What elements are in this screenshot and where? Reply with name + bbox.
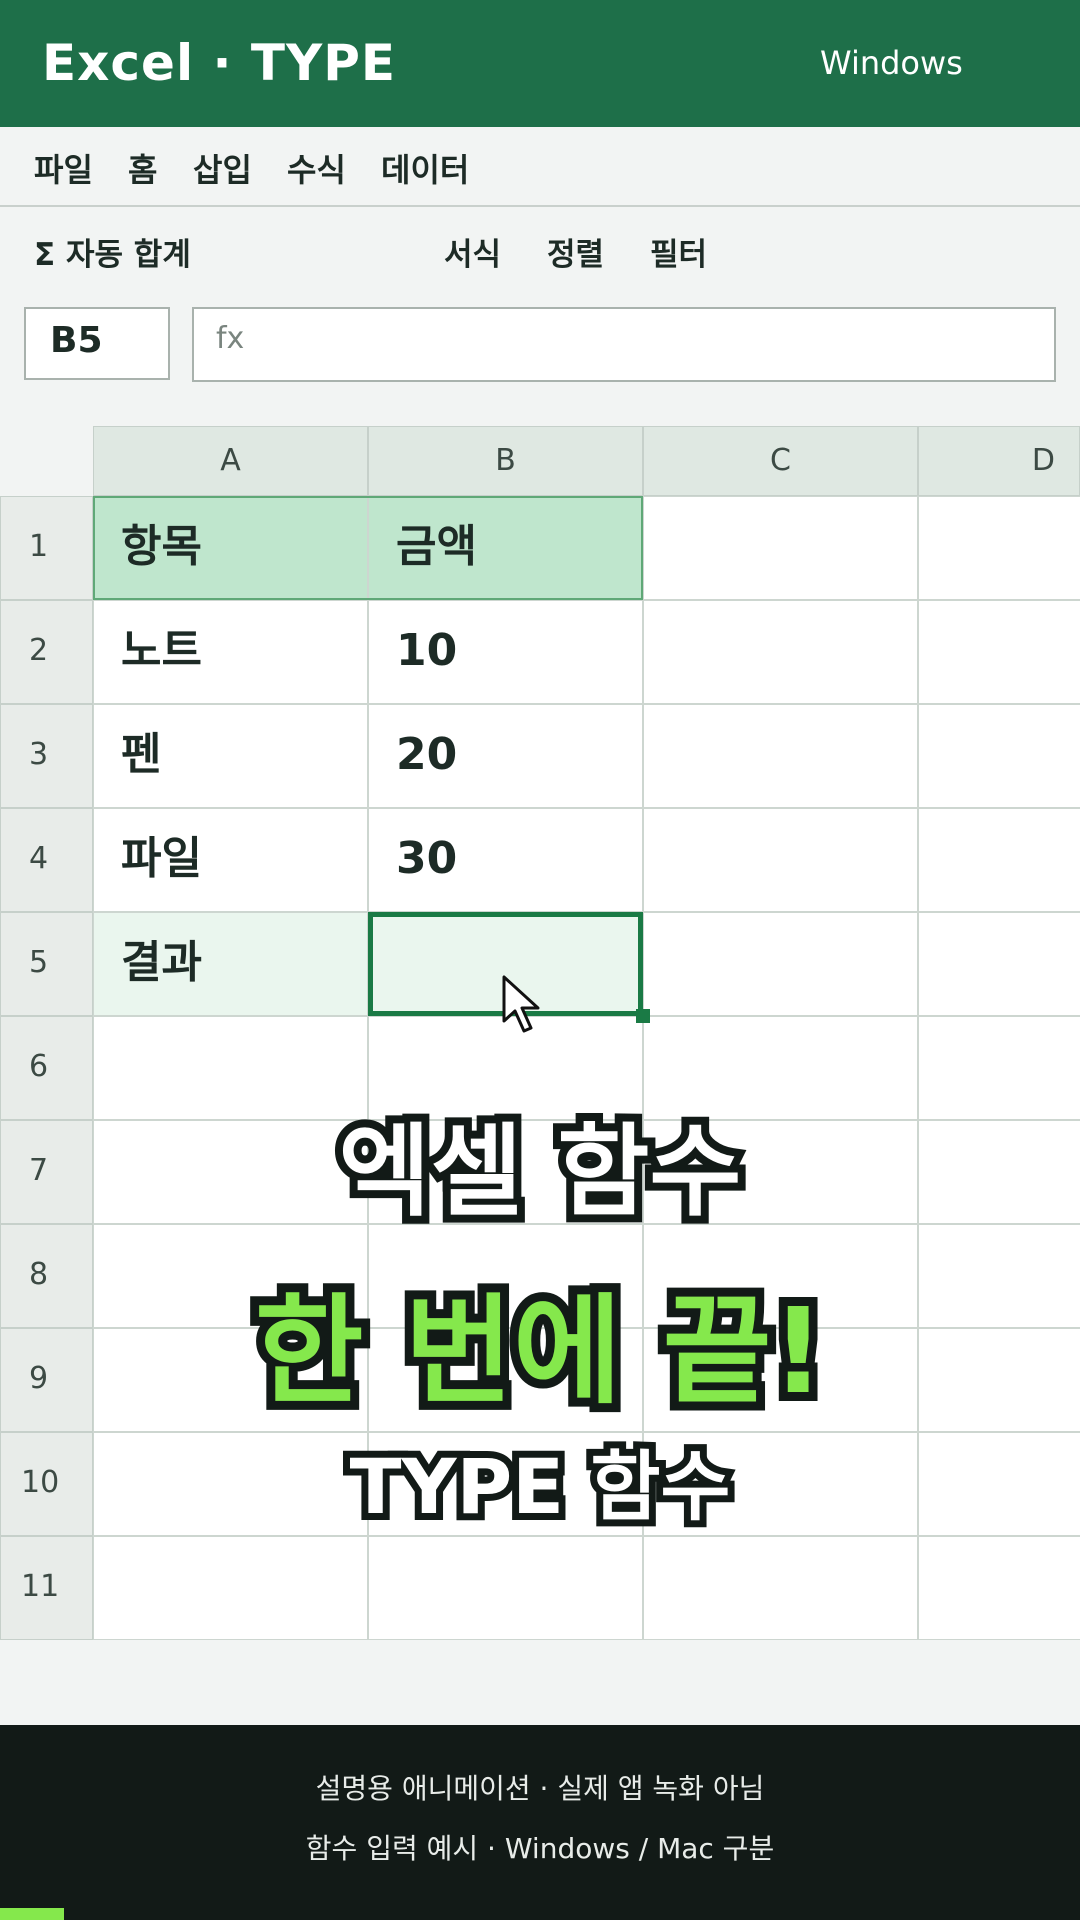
row-header-11[interactable]: 11 (0, 1536, 93, 1640)
name-box[interactable]: B5 (24, 307, 170, 380)
cell-d3[interactable] (918, 704, 1080, 808)
fx-icon: fx (216, 321, 245, 356)
menu-formulas[interactable]: 수식 (287, 145, 346, 191)
caption-line-3: TYPE 함수 (343, 1435, 738, 1538)
footer-disclaimer: 설명용 애니메이션 · 실제 앱 녹화 아님 (315, 1772, 765, 1805)
autosum-button[interactable]: Σ 자동 합계 (34, 229, 191, 274)
name-box-value: B5 (50, 320, 103, 361)
cell-c3[interactable] (643, 704, 918, 808)
cell-a3[interactable]: 펜 (93, 704, 368, 808)
menu-file[interactable]: 파일 (34, 145, 93, 191)
menu-insert[interactable]: 삽입 (193, 145, 252, 191)
cell-d1[interactable] (918, 496, 1080, 600)
cell-b1[interactable]: 금액 (368, 496, 643, 600)
cell-a1[interactable]: 항목 (93, 496, 368, 600)
cell-c11[interactable] (643, 1536, 918, 1640)
row-header-3[interactable]: 3 (0, 704, 93, 808)
menu-bar: 파일 홈 삽입 수식 데이터 (0, 127, 1080, 207)
cell-d5[interactable] (918, 912, 1080, 1016)
footer: 설명용 애니메이션 · 실제 앱 녹화 아님 함수 입력 예시 · Window… (0, 1725, 1080, 1920)
cell-a4[interactable]: 파일 (93, 808, 368, 912)
toolbar: Σ 자동 합계 서식 정렬 필터 (0, 207, 1080, 291)
format-button[interactable]: 서식 (444, 229, 501, 274)
menu-home[interactable]: 홈 (128, 145, 157, 191)
cell-c4[interactable] (643, 808, 918, 912)
caption-line-2: 한 번에 끝! (246, 1273, 834, 1429)
cell-b4[interactable]: 30 (368, 808, 643, 912)
cell-c5[interactable] (643, 912, 918, 1016)
caption-line-1: 엑셀 함수 (331, 1105, 750, 1238)
row-header-4[interactable]: 4 (0, 808, 93, 912)
cell-c2[interactable] (643, 600, 918, 704)
column-header-a[interactable]: A (93, 426, 368, 496)
cell-a2[interactable]: 노트 (93, 600, 368, 704)
app-title: Excel · TYPE (42, 34, 397, 92)
cell-d2[interactable] (918, 600, 1080, 704)
cell-d11[interactable] (918, 1536, 1080, 1640)
formula-bar[interactable]: fx (192, 307, 1056, 382)
footer-note: 함수 입력 예시 · Windows / Mac 구분 (305, 1832, 775, 1865)
column-header-c[interactable]: C (643, 426, 918, 496)
cell-d4[interactable] (918, 808, 1080, 912)
fill-handle[interactable] (636, 1009, 650, 1023)
cell-b2[interactable]: 10 (368, 600, 643, 704)
cell-a11[interactable] (93, 1536, 368, 1640)
column-header-b[interactable]: B (368, 426, 643, 496)
mouse-pointer-icon (502, 975, 540, 1033)
sort-button[interactable]: 정렬 (547, 229, 604, 274)
progress-accent (0, 1908, 64, 1920)
row-header-5[interactable]: 5 (0, 912, 93, 1016)
column-header-d[interactable]: D (918, 426, 1080, 496)
filter-button[interactable]: 필터 (650, 229, 707, 274)
row-header-1[interactable]: 1 (0, 496, 93, 600)
title-bar: Excel · TYPE Windows (0, 0, 1080, 127)
menu-data[interactable]: 데이터 (381, 145, 469, 191)
cell-a5[interactable]: 결과 (93, 912, 368, 1016)
cell-b3[interactable]: 20 (368, 704, 643, 808)
cell-b11[interactable] (368, 1536, 643, 1640)
cell-c1[interactable] (643, 496, 918, 600)
row-header-2[interactable]: 2 (0, 600, 93, 704)
platform-label: Windows (820, 44, 963, 82)
